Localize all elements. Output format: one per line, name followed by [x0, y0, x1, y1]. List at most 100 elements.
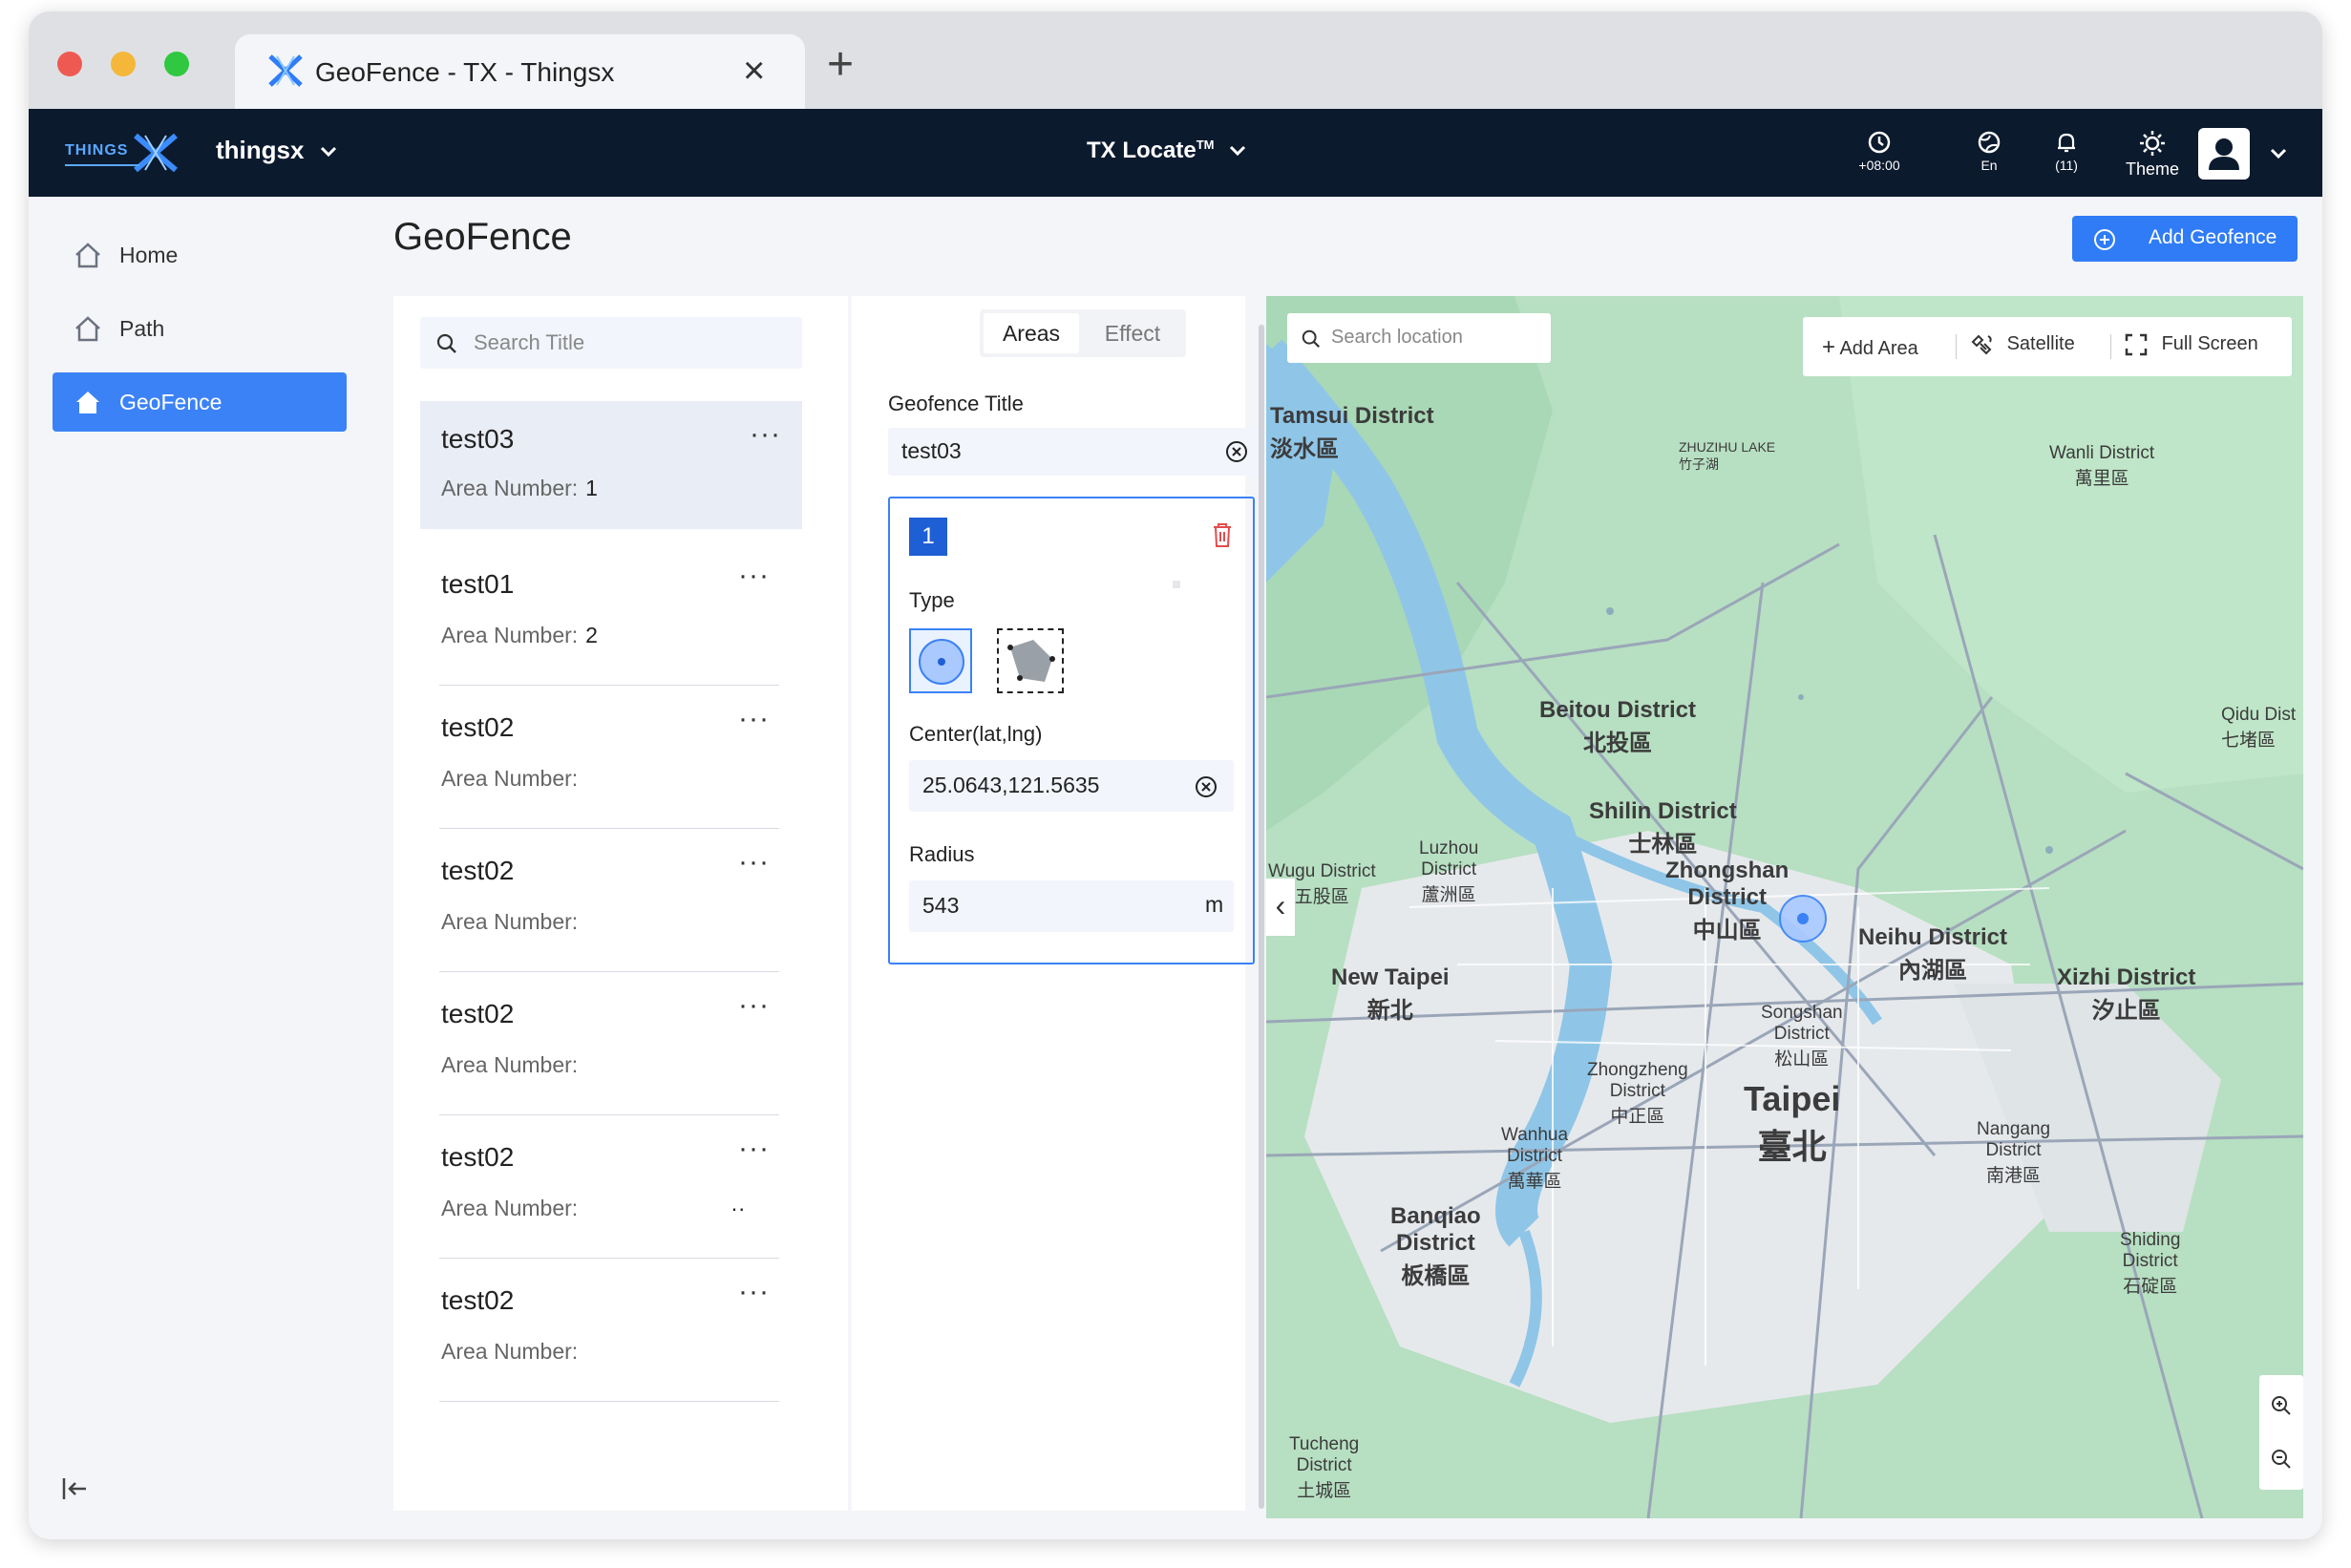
maximize-window-button[interactable]: [164, 52, 189, 76]
product-selector[interactable]: TX LocateTM: [1087, 138, 1247, 164]
map-label-tucheng: Tucheng District 土城區: [1289, 1434, 1360, 1501]
map-label-new-taipei: New Taipei 新北: [1331, 964, 1450, 1024]
list-search-input[interactable]: Search Title: [420, 317, 802, 369]
tab-areas[interactable]: Areas: [984, 313, 1079, 353]
add-area-button[interactable]: + Add Area: [1822, 334, 1918, 361]
editor-scrollbar[interactable]: [1259, 325, 1264, 1509]
close-tab-icon[interactable]: ×: [743, 50, 765, 93]
new-tab-icon[interactable]: +: [827, 42, 854, 88]
map-label-banqiao: Banqiao District 板橋區: [1390, 1203, 1481, 1289]
sidebar-item-geofence[interactable]: GeoFence: [53, 372, 347, 432]
geofence-title-label: Geofence Title: [888, 392, 1024, 415]
map-label-shilin: Shilin District 士林區: [1589, 798, 1737, 858]
satellite-button[interactable]: Satellite: [1969, 332, 2075, 357]
full-screen-button[interactable]: Full Screen: [2124, 332, 2258, 357]
home-icon: [75, 243, 100, 268]
browser-tab-title: GeoFence - TX - Thingsx: [315, 57, 615, 87]
minimize-window-button[interactable]: [111, 52, 136, 76]
map-label-zhongshan: Zhongshan District 中山區: [1665, 858, 1790, 943]
list-item-area-number: Area Number: 1: [441, 476, 598, 501]
map-label-shiding: Shiding District 石碇區: [2120, 1230, 2181, 1297]
list-item-title: test02: [441, 712, 515, 742]
sun-icon: [2140, 131, 2165, 156]
globe-icon: [1978, 131, 2001, 154]
browser-window: GeoFence - TX - Thingsx × + THINGS thing…: [29, 11, 2322, 1539]
home-icon: [76, 392, 99, 413]
list-item[interactable]: test02 Area Number: ···: [430, 829, 789, 972]
map-label-qidu: Qidu Dist 七堵區: [2221, 705, 2297, 751]
area-number-label: Area Number:: [441, 1196, 579, 1220]
thingsx-favicon-icon: [268, 54, 303, 87]
list-item[interactable]: test01 Area Number: 2 ···: [430, 542, 789, 686]
logo-x-icon: [134, 133, 178, 173]
zoom-out-icon[interactable]: [2270, 1448, 2293, 1471]
map-label-beitou: Beitou District 北投區: [1539, 697, 1697, 756]
area-number-value: 2: [585, 623, 598, 647]
list-item[interactable]: test02 Area Number: ···: [430, 686, 789, 829]
circle-shape-icon: [919, 639, 964, 685]
clear-icon[interactable]: [1224, 439, 1249, 464]
clear-icon[interactable]: [1194, 774, 1218, 799]
geofence-title-value: test03: [901, 438, 962, 463]
list-item-area-number: Area Number:: [441, 766, 585, 792]
map-search-input[interactable]: Search location: [1287, 313, 1551, 363]
polygon-type-option[interactable]: [997, 628, 1064, 693]
close-window-button[interactable]: [57, 52, 82, 76]
sidebar-item-path[interactable]: Path: [53, 299, 347, 358]
thingsx-logo[interactable]: THINGS: [65, 132, 180, 174]
sidebar-item-home[interactable]: Home: [53, 225, 347, 285]
panel-collapse-button[interactable]: ‹: [1266, 879, 1295, 936]
area-number-label: Area Number:: [441, 1339, 579, 1364]
more-options-icon[interactable]: ···: [738, 846, 770, 879]
org-selector[interactable]: thingsx: [216, 136, 338, 165]
tab-effect[interactable]: Effect: [1085, 313, 1180, 353]
list-item[interactable]: test02 Area Number: ···: [430, 1259, 789, 1402]
geofence-title-input[interactable]: test03: [888, 428, 1266, 476]
circle-type-option[interactable]: [909, 628, 972, 693]
zoom-in-icon[interactable]: [2270, 1394, 2293, 1417]
more-options-icon[interactable]: ···: [738, 1133, 770, 1165]
satellite-label: Satellite: [2006, 333, 2075, 355]
more-options-icon[interactable]: ···: [738, 703, 770, 735]
search-placeholder: Search Title: [474, 330, 585, 354]
search-icon: [1302, 329, 1321, 349]
radius-label: Radius: [909, 842, 975, 866]
browser-tab[interactable]: GeoFence - TX - Thingsx ×: [235, 34, 805, 109]
zoom-controls: [2259, 1375, 2303, 1490]
list-item-title: test02: [441, 1142, 515, 1172]
more-options-icon[interactable]: ···: [738, 989, 770, 1022]
sidebar: Home Path GeoFence: [29, 197, 363, 1539]
list-item-area-number: Area Number:: [441, 1339, 585, 1365]
area-number-label: Area Number:: [441, 476, 579, 500]
toolbar-divider: [1956, 334, 1957, 359]
list-item[interactable]: test02 Area Number: ···: [430, 972, 789, 1115]
list-item-title: test02: [441, 1285, 515, 1315]
radius-input[interactable]: 543 m: [909, 880, 1234, 932]
logo-underline: [65, 164, 139, 166]
resize-handle: [1173, 581, 1180, 588]
language-button[interactable]: En: [1960, 130, 2018, 173]
list-item[interactable]: test03 Area Number: 1 ···: [420, 401, 802, 529]
area-index-badge: 1: [909, 518, 947, 556]
product-name: TX Locate: [1087, 138, 1197, 163]
add-geofence-button[interactable]: Add Geofence: [2072, 216, 2298, 262]
list-item[interactable]: test02 Area Number: ·· ···: [430, 1115, 789, 1259]
notifications-button[interactable]: (11): [2038, 130, 2095, 173]
map-label-neihu: Neihu District 內湖區: [1858, 924, 2008, 984]
center-input[interactable]: 25.0643,121.5635: [909, 760, 1234, 812]
collapse-icon[interactable]: [61, 1476, 90, 1501]
search-icon: [436, 333, 456, 353]
area-number-value: 1: [585, 476, 598, 500]
more-options-icon[interactable]: ···: [750, 418, 781, 451]
trash-icon[interactable]: [1211, 521, 1234, 548]
list-item-area-number: Area Number: ··: [441, 1196, 746, 1221]
user-menu-chevron-icon[interactable]: [2269, 147, 2288, 160]
theme-button[interactable]: Theme: [2105, 130, 2200, 180]
more-options-icon[interactable]: ···: [738, 560, 770, 592]
map-view[interactable]: Tamsui District 淡水區 Wanli District 萬里區 Bei…: [1266, 296, 2303, 1518]
theme-label: Theme: [2125, 159, 2180, 179]
more-options-icon[interactable]: ···: [738, 1276, 770, 1308]
user-avatar[interactable]: [2198, 128, 2250, 180]
area-card: 1 Type Center(lat,lng) 25.0643,121.5635 …: [888, 497, 1255, 964]
timezone-button[interactable]: +08:00: [1851, 130, 1908, 173]
